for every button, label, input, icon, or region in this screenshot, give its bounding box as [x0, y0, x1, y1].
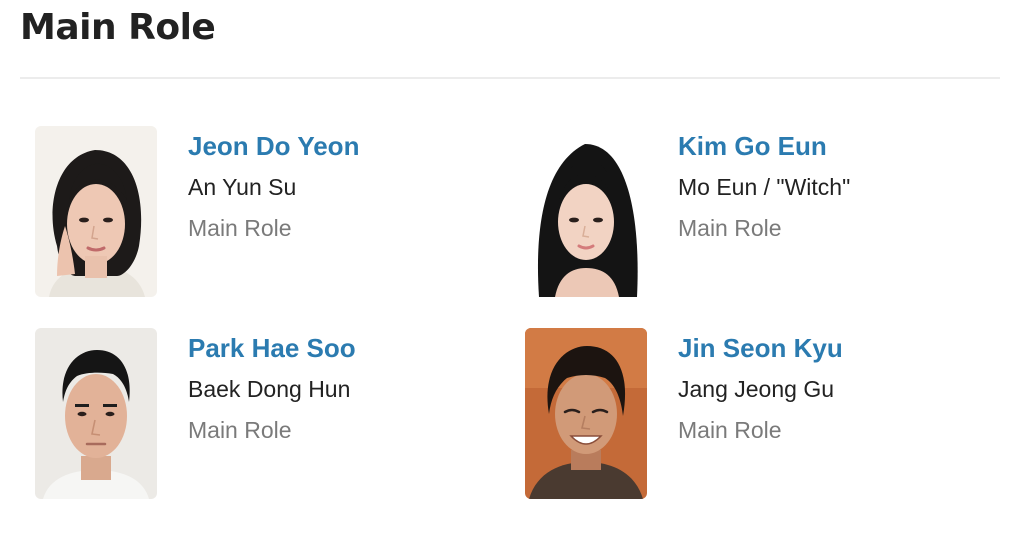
- actor-name-link[interactable]: Kim Go Eun: [678, 128, 827, 164]
- character-name: Jang Jeong Gu: [678, 376, 835, 402]
- cast-card-jeon-do-yeon: Jeon Do Yeon An Yun Su Main Role: [35, 126, 505, 301]
- actor-photo[interactable]: [35, 126, 157, 297]
- actor-photo[interactable]: [35, 328, 157, 499]
- actor-photo[interactable]: [525, 328, 647, 499]
- character-name: Baek Dong Hun: [188, 376, 351, 402]
- cast-card-kim-go-eun: Kim Go Eun Mo Eun / "Witch" Main Role: [525, 126, 995, 301]
- actor-name-link[interactable]: Park Hae Soo: [188, 330, 356, 366]
- character-name: An Yun Su: [188, 174, 297, 200]
- actor-name-link[interactable]: Jeon Do Yeon: [188, 128, 359, 164]
- cast-card-park-hae-soo: Park Hae Soo Baek Dong Hun Main Role: [35, 328, 505, 503]
- actor-name-link[interactable]: Jin Seon Kyu: [678, 330, 843, 366]
- role-type: Main Role: [188, 215, 292, 241]
- role-type: Main Role: [678, 417, 782, 443]
- section-title: Main Role: [20, 7, 216, 48]
- role-type: Main Role: [188, 417, 292, 443]
- cast-card-jin-seon-kyu: Jin Seon Kyu Jang Jeong Gu Main Role: [525, 328, 995, 503]
- actor-photo[interactable]: [525, 126, 647, 297]
- role-type: Main Role: [678, 215, 782, 241]
- section-divider: [20, 77, 1000, 79]
- character-name: Mo Eun / "Witch": [678, 174, 851, 200]
